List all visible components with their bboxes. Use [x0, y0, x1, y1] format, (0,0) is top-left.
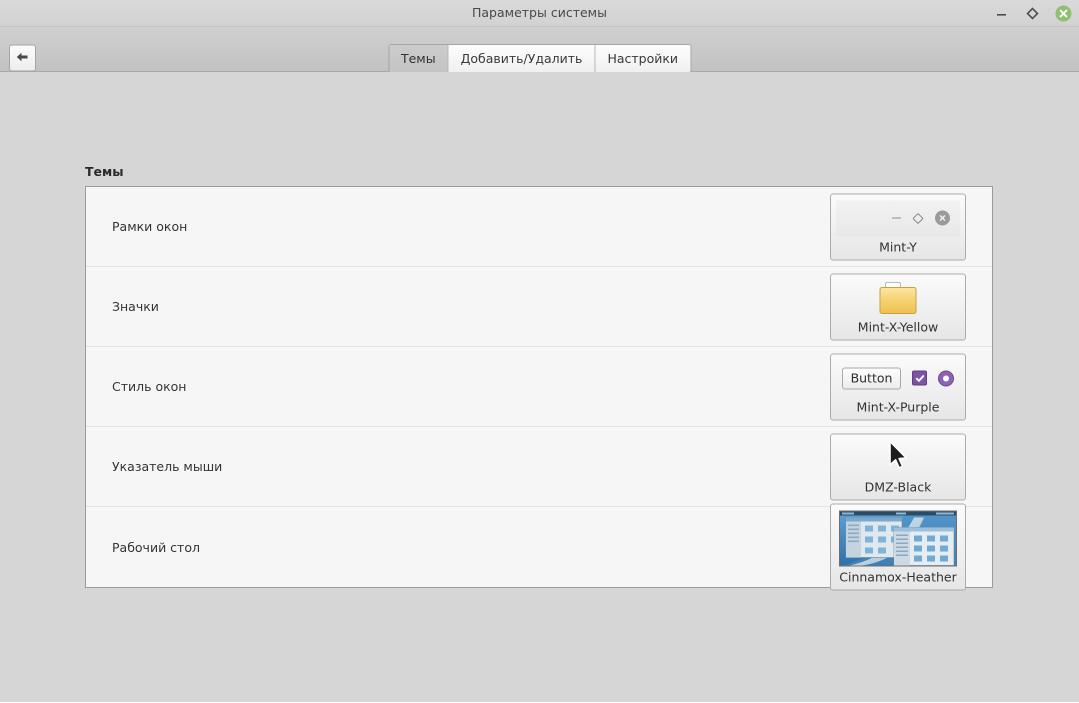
theme-name-window-style: Mint-X-Purple — [856, 399, 940, 414]
theme-chooser-desktop[interactable]: Cinnamox-Heather — [830, 503, 966, 591]
theme-chooser-mouse-pointer[interactable]: DMZ-Black — [830, 433, 966, 500]
minimize-icon[interactable] — [993, 5, 1010, 22]
tab-add-remove[interactable]: Добавить/Удалить — [448, 45, 596, 72]
theme-chooser-window-style[interactable]: Button Mint-X-Purple — [830, 353, 966, 420]
row-label-window-frames: Рамки окон — [112, 219, 188, 234]
sample-button: Button — [841, 367, 902, 389]
table-row: Рабочий стол Cinnamox-Heather — [86, 503, 992, 591]
preview-minimize-icon — [892, 217, 901, 219]
sample-checkbox-icon — [912, 370, 928, 386]
table-row: Стиль окон Button Mint-X-Purple — [86, 347, 992, 427]
toolbar: Темы Добавить/Удалить Настройки — [0, 27, 1079, 73]
window-titlebar: Параметры системы — [0, 0, 1079, 27]
theme-chooser-icons[interactable]: Mint-X-Yellow — [830, 273, 966, 340]
preview-close-icon — [935, 210, 950, 226]
theme-name-icons: Mint-X-Yellow — [857, 319, 939, 334]
close-icon[interactable] — [1055, 5, 1072, 22]
table-row: Рамки окон Mint-Y — [86, 187, 992, 267]
icon-theme-preview — [836, 279, 960, 317]
theme-chooser-window-frames[interactable]: Mint-Y — [830, 193, 966, 260]
tab-bar: Темы Добавить/Удалить Настройки — [387, 44, 692, 73]
tab-settings[interactable]: Настройки — [595, 45, 691, 72]
row-label-icons: Значки — [112, 299, 159, 314]
radio-dot — [943, 375, 950, 381]
preview-maximize-icon — [912, 212, 924, 224]
widget-sample-row: Button — [836, 367, 960, 389]
row-label-window-style: Стиль окон — [112, 379, 187, 394]
row-label-desktop: Рабочий стол — [112, 539, 200, 555]
table-row: Значки Mint-X-Yellow — [86, 267, 992, 347]
desktop-theme-preview — [836, 510, 960, 568]
page-body: Темы Рамки окон Mint-Y Значки Mint-X-Yel… — [0, 72, 1079, 702]
window-title: Параметры системы — [472, 5, 607, 20]
theme-name-window-frames: Mint-Y — [879, 239, 917, 254]
page-title: Темы — [85, 164, 124, 179]
window-frame-preview — [836, 199, 960, 237]
sample-radio-icon — [938, 370, 955, 386]
table-row: Указатель мыши DMZ-Black — [86, 427, 992, 507]
desktop-thumbnail-image — [839, 510, 957, 567]
maximize-icon[interactable] — [1024, 5, 1041, 22]
mouse-cursor-icon — [885, 440, 911, 477]
cursor-theme-preview — [836, 439, 960, 477]
theme-name-desktop: Cinnamox-Heather — [839, 569, 957, 585]
themes-panel: Рамки окон Mint-Y Значки Mint-X-Yellow С… — [85, 186, 993, 591]
tab-themes[interactable]: Темы — [388, 45, 449, 72]
back-button[interactable] — [9, 44, 36, 72]
theme-name-mouse-pointer: DMZ-Black — [864, 479, 932, 494]
titlebar-preview-strip — [836, 200, 960, 236]
folder-icon — [875, 279, 921, 317]
widget-style-preview: Button — [836, 359, 960, 397]
arrow-left-icon — [15, 50, 30, 66]
row-label-mouse-pointer: Указатель мыши — [112, 459, 223, 474]
window-controls — [993, 0, 1072, 26]
